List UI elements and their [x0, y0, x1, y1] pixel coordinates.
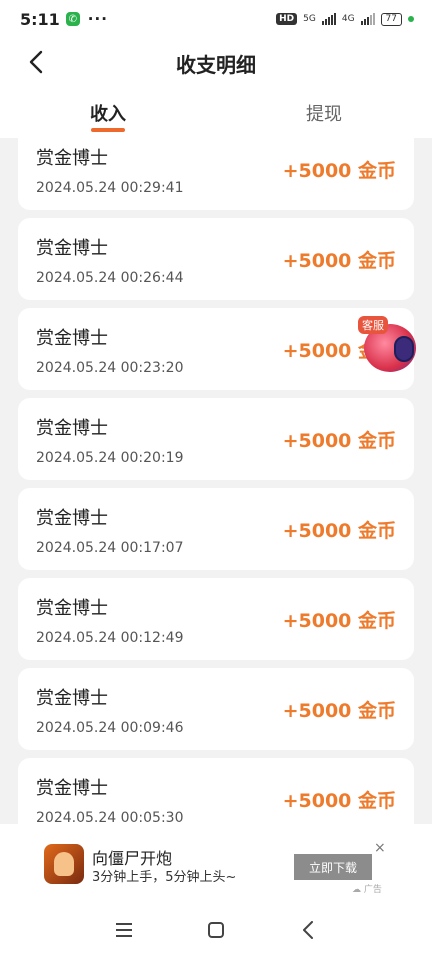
status-more: ··· [87, 10, 108, 28]
net-label-4g: 4G [341, 14, 355, 24]
list-item: 赏金博士 2024.05.24 00:12:49 +5000 金币 [18, 578, 414, 660]
record-date: 2024.05.24 00:17:07 [36, 540, 184, 556]
list-item: 赏金博士 2024.05.24 00:29:41 +5000 金币 [18, 138, 414, 210]
list-item: 赏金博士 2024.05.24 00:23:20 +5000 金币 [18, 308, 414, 390]
record-name: 赏金博士 [36, 418, 108, 439]
record-date: 2024.05.24 00:12:49 [36, 630, 184, 646]
tab-active-indicator [91, 128, 125, 132]
record-name: 赏金博士 [36, 328, 108, 349]
ad-mark: ☁ 广告 [352, 885, 382, 895]
chevron-left-icon[interactable] [24, 48, 48, 76]
record-amount: +5000 金币 [282, 160, 396, 182]
record-name: 赏金博士 [36, 508, 108, 529]
record-date: 2024.05.24 00:09:46 [36, 720, 184, 736]
list-item: 赏金博士 2024.05.24 00:26:44 +5000 金币 [18, 218, 414, 300]
record-date: 2024.05.24 00:29:41 [36, 180, 184, 196]
page-header: 收支明细 [0, 38, 432, 88]
home-icon[interactable] [201, 915, 231, 945]
menu-icon[interactable] [109, 915, 139, 945]
list-item: 赏金博士 2024.05.24 00:17:07 +5000 金币 [18, 488, 414, 570]
hd-badge: HD [276, 13, 298, 25]
record-date: 2024.05.24 00:26:44 [36, 270, 184, 286]
page-title: 收支明细 [176, 52, 256, 77]
status-time: 5:11 [20, 9, 60, 29]
record-name: 赏金博士 [36, 778, 108, 799]
net-label-5g: 5G [303, 14, 316, 24]
signal-icon [321, 13, 336, 25]
record-name: 赏金博士 [36, 688, 108, 709]
download-button[interactable]: 立即下载 [294, 854, 372, 880]
list-item: 赏金博士 2024.05.24 00:20:19 +5000 金币 [18, 398, 414, 480]
phone-call-icon: ✆ [65, 12, 80, 26]
battery-icon: 77 [380, 12, 402, 26]
record-name: 赏金博士 [36, 598, 108, 619]
record-name: 赏金博士 [36, 148, 108, 169]
record-amount: +5000 金币 [282, 430, 396, 452]
tab-withdraw[interactable]: 提现 [216, 88, 432, 138]
record-name: 赏金博士 [36, 238, 108, 259]
tab-withdraw-label: 提现 [306, 104, 342, 125]
tab-income[interactable]: 收入 [0, 88, 216, 138]
record-date: 2024.05.24 00:05:30 [36, 810, 184, 824]
record-amount: +5000 金币 [282, 250, 396, 272]
record-date: 2024.05.24 00:23:20 [36, 360, 184, 376]
game-app-icon[interactable] [44, 844, 84, 884]
back-icon[interactable] [293, 915, 323, 945]
system-nav-bar [0, 900, 432, 960]
record-amount: +5000 金币 [282, 520, 396, 542]
record-amount: +5000 金币 [282, 790, 396, 812]
tab-bar: 收入 提现 [0, 88, 432, 138]
close-icon[interactable]: × [374, 840, 386, 856]
record-date: 2024.05.24 00:20:19 [36, 450, 184, 466]
status-right: HD 5G 4G 77 [276, 12, 414, 26]
record-amount: +5000 金币 [282, 700, 396, 722]
records-list[interactable]: 赏金博士 2024.05.24 00:29:41 +5000 金币 赏金博士 2… [0, 138, 432, 824]
customer-service-button[interactable]: 客服 [356, 316, 420, 374]
ad-mark-label: 广告 [363, 885, 382, 895]
ad-subtitle: 3分钟上手，5分钟上头~ [92, 870, 237, 885]
headset-icon [394, 336, 414, 362]
ad-banner[interactable]: 向僵尸开炮 3分钟上手，5分钟上头~ 立即下载 × ☁ 广告 [0, 824, 432, 900]
record-amount: +5000 金币 [282, 610, 396, 632]
signal-icon-2 [360, 13, 375, 25]
privacy-dot-icon [408, 16, 414, 22]
list-item: 赏金博士 2024.05.24 00:09:46 +5000 金币 [18, 668, 414, 750]
tab-income-label: 收入 [90, 104, 126, 125]
customer-service-badge: 客服 [358, 316, 388, 334]
status-bar: 5:11 ✆ ··· HD 5G 4G 77 [0, 0, 432, 38]
list-item: 赏金博士 2024.05.24 00:05:30 +5000 金币 [18, 758, 414, 824]
battery-level: 77 [385, 14, 397, 24]
